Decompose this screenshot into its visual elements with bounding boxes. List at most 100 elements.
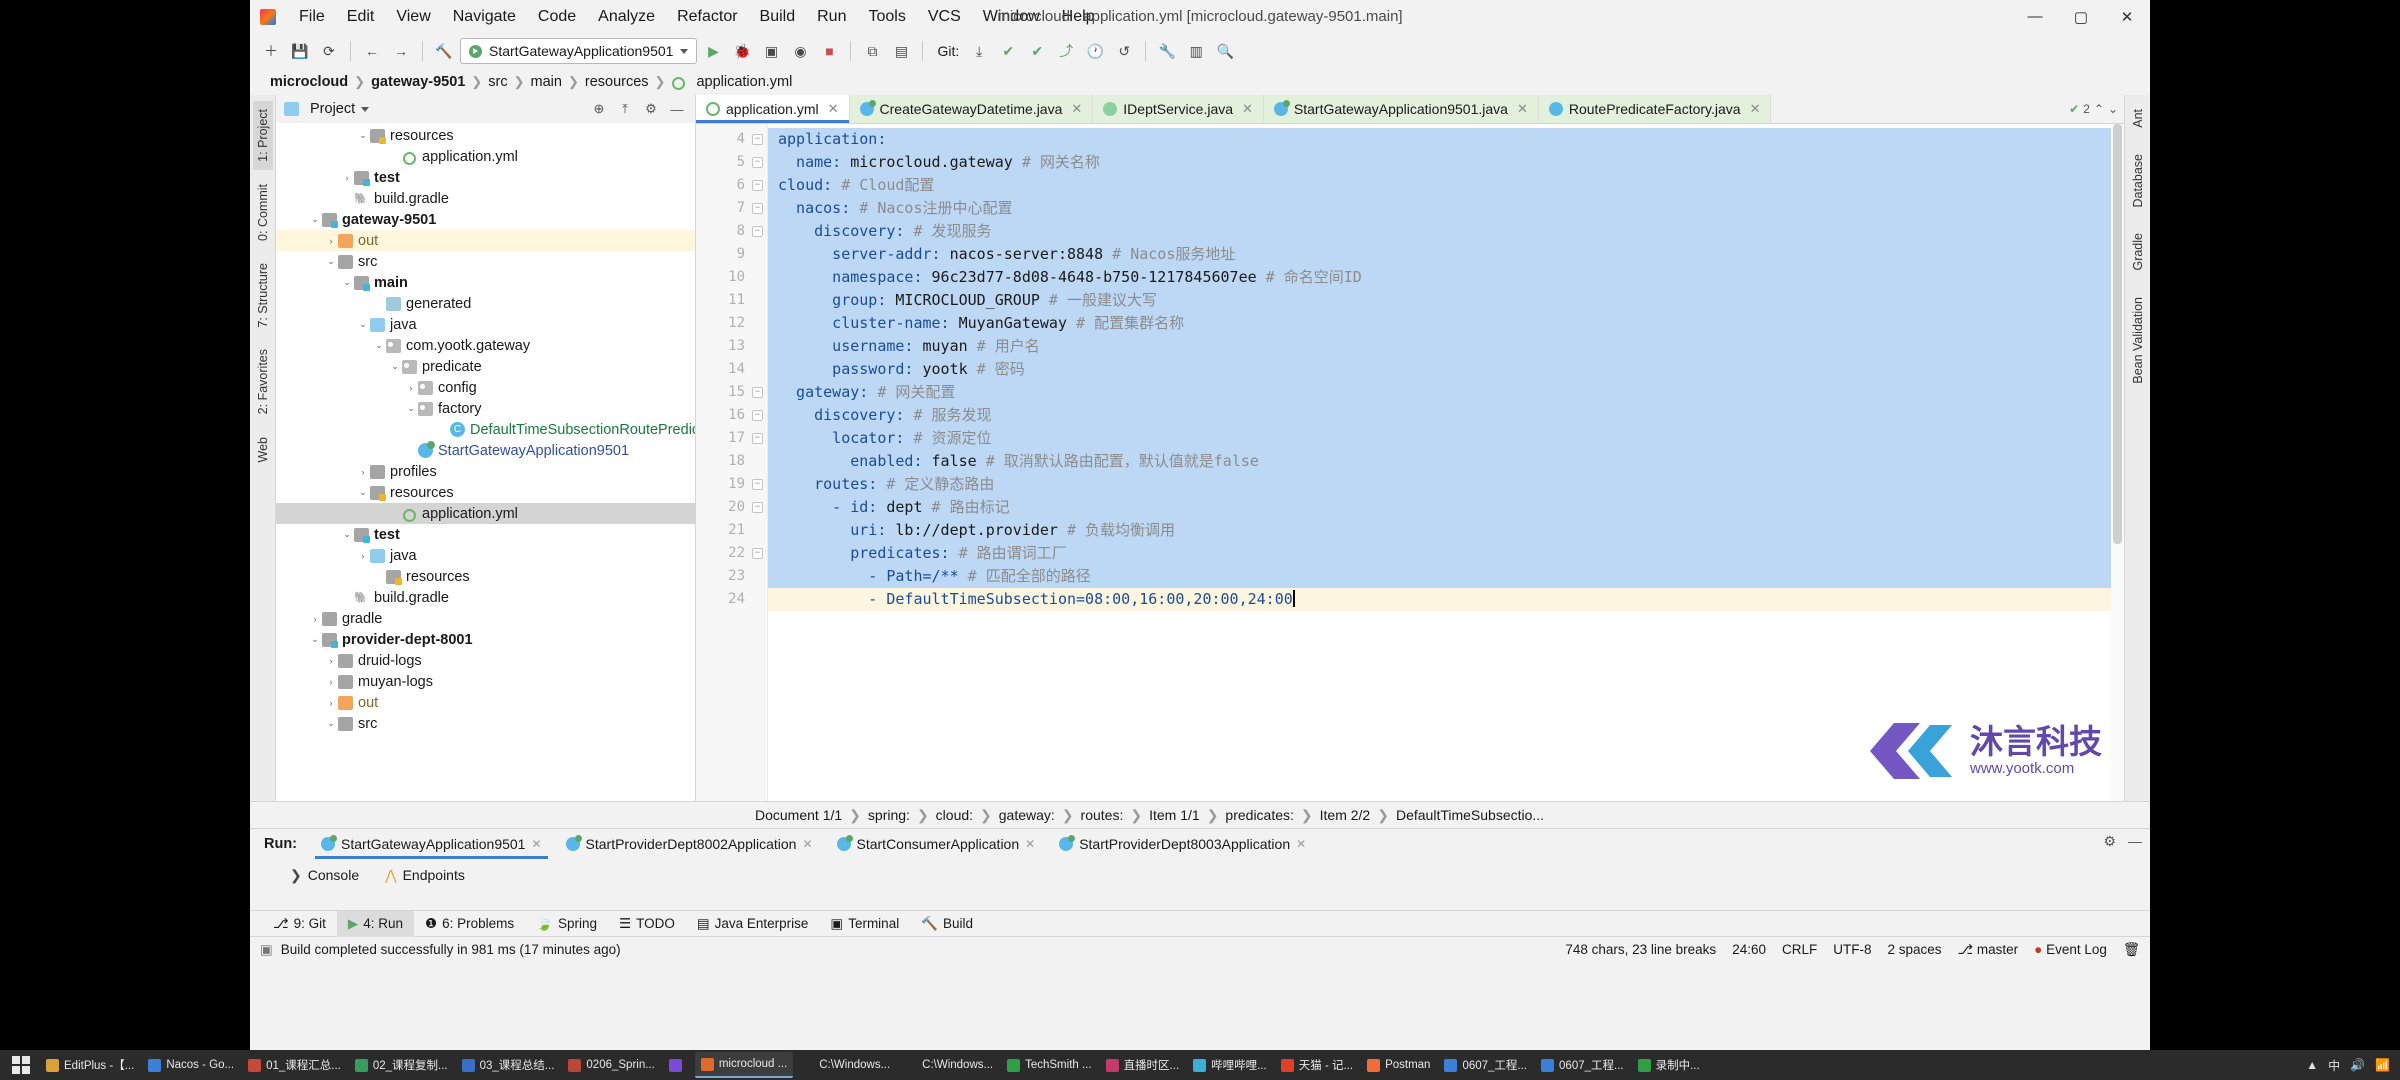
layout-icon[interactable]: ▤ — [888, 38, 914, 64]
wrench-icon[interactable]: 🔧 — [1154, 38, 1180, 64]
minimize-icon[interactable]: — — [2128, 833, 2142, 850]
tool-tab-bean-validation[interactable]: Bean Validation — [2128, 289, 2148, 392]
tree-node-out[interactable]: › out — [276, 230, 695, 251]
menu-item-file[interactable]: File — [288, 4, 336, 30]
taskbar-item[interactable]: 哔哩哔哩... — [1187, 1052, 1273, 1078]
tree-node-predicate[interactable]: ⌄ predicate — [276, 356, 695, 377]
code-fold-icon[interactable]: − — [752, 410, 763, 421]
project-tree[interactable]: ⌄ resources application.yml › test 🐘 build.gra… — [276, 123, 695, 801]
chevron-down-icon[interactable]: ⌄ — [308, 634, 322, 645]
taskbar-item[interactable]: 02_课程复制... — [349, 1052, 454, 1078]
tool-tab-ant[interactable]: Ant — [2128, 101, 2148, 136]
editor-tab-startgatewayapplication9501.java[interactable]: StartGatewayApplication9501.java ✕ — [1263, 95, 1539, 123]
chevron-right-icon[interactable]: › — [356, 551, 370, 561]
minimize-button[interactable]: — — [2012, 0, 2058, 33]
code-line[interactable]: predicates: # 路由谓词工厂 — [768, 542, 2124, 565]
code-fold-icon[interactable]: − — [752, 387, 763, 398]
bottom-tab-6--problems[interactable]: ❶ 6: Problems — [414, 911, 525, 937]
code-fold-icon[interactable]: − — [752, 180, 763, 191]
run-tab-startconsumerapplication[interactable]: StartConsumerApplication ✕ — [825, 829, 1048, 859]
tree-node-provider-dept-8001[interactable]: ⌄ provider-dept-8001 — [276, 629, 695, 650]
tray-icon[interactable]: 🔊 — [2350, 1058, 2365, 1072]
menu-item-analyze[interactable]: Analyze — [587, 4, 666, 30]
tree-node-factory[interactable]: ⌄ factory — [276, 398, 695, 419]
tool-tab-1--project[interactable]: 1: Project — [252, 101, 273, 170]
breadcrumb-item-gateway-9501[interactable]: gateway-9501 — [365, 73, 471, 91]
run-subtab-endpoints[interactable]: ⋀ Endpoints — [385, 867, 465, 884]
editor-tab-ideptservice.java[interactable]: IDeptService.java ✕ — [1093, 95, 1264, 123]
run-icon[interactable]: ▶ — [700, 38, 726, 64]
code-line[interactable]: cluster-name: MuyanGateway # 配置集群名称 — [768, 312, 2124, 335]
tray-icon[interactable]: 📶 — [2375, 1058, 2390, 1072]
code-line[interactable]: group: MICROCLOUD_GROUP # 一般建议大写 — [768, 289, 2124, 312]
taskbar-item[interactable]: EditPlus -【... — [40, 1052, 140, 1078]
doc-breadcrumb-item[interactable]: spring: — [863, 807, 915, 823]
back-arrow-icon[interactable]: ← — [359, 38, 385, 64]
tree-node-build.gradle[interactable]: 🐘 build.gradle — [276, 188, 695, 209]
close-tab-icon[interactable]: ✕ — [1750, 101, 1761, 117]
run-configuration-selector[interactable]: StartGatewayApplication9501 — [460, 38, 698, 64]
tool-tab-web[interactable]: Web — [253, 429, 273, 470]
tree-node-test[interactable]: › test — [276, 167, 695, 188]
code-line[interactable]: enabled: false # 取消默认路由配置，默认值就是false — [768, 450, 2124, 473]
indent-setting[interactable]: 2 spaces — [1888, 942, 1942, 957]
close-tab-icon[interactable]: ✕ — [828, 101, 839, 117]
chevron-right-icon[interactable]: › — [324, 656, 338, 666]
git-branch[interactable]: ⎇ master — [1958, 942, 2019, 958]
tree-node-gradle[interactable]: › gradle — [276, 608, 695, 629]
gear-icon[interactable]: ⚙ — [641, 99, 661, 119]
doc-breadcrumb-item[interactable]: predicates: — [1220, 807, 1298, 823]
bottom-tab-build[interactable]: 🔨 Build — [910, 911, 984, 937]
start-menu-icon[interactable] — [12, 1056, 30, 1074]
doc-breadcrumb-item[interactable]: Document 1/1 — [750, 807, 847, 823]
push-icon[interactable]: ✔ — [1024, 38, 1050, 64]
menu-item-tools[interactable]: Tools — [857, 4, 916, 30]
chevron-down-icon[interactable]: ⌄ — [404, 403, 418, 414]
stop-icon[interactable]: ■ — [816, 38, 842, 64]
chevron-right-icon[interactable]: › — [356, 467, 370, 477]
close-tab-icon[interactable]: ✕ — [531, 837, 541, 851]
bottom-tab-4--run[interactable]: ▶ 4: Run — [336, 910, 414, 937]
run-subtab-console[interactable]: ❯ Console — [290, 867, 359, 884]
run-coverage-icon[interactable]: ▣ — [758, 38, 784, 64]
branch-icon[interactable]: ⤴ — [1053, 38, 1079, 64]
code-line[interactable]: - DefaultTimeSubsection=08:00,16:00,20:0… — [768, 588, 2124, 611]
chevron-down-icon[interactable] — [361, 106, 370, 112]
tool-tab-2--favorites[interactable]: 2: Favorites — [253, 341, 273, 422]
tool-tab-0--commit[interactable]: 0: Commit — [253, 176, 273, 249]
run-tab-startproviderdept8002application[interactable]: StartProviderDept8002Application ✕ — [554, 829, 825, 859]
editor-tab-application.yml[interactable]: application.yml ✕ — [696, 95, 850, 123]
editor-tab-routepredicatefactory.java[interactable]: RoutePredicateFactory.java ✕ — [1538, 95, 1772, 123]
chevron-down-icon[interactable]: ⌄ — [372, 340, 386, 351]
tree-node-startgatewayapplication9501[interactable]: StartGatewayApplication9501 — [276, 440, 695, 461]
tool-tab-7--structure[interactable]: 7: Structure — [253, 255, 273, 336]
hide-panel-icon[interactable]: — — [667, 99, 687, 119]
tree-node-java[interactable]: ⌄ java — [276, 314, 695, 335]
taskbar-item[interactable]: C:\Windows... — [795, 1052, 896, 1078]
bottom-tab-terminal[interactable]: ▣ Terminal — [819, 911, 910, 937]
code-fold-icon[interactable]: − — [752, 433, 763, 444]
locate-file-icon[interactable]: ⊕ — [589, 99, 609, 119]
code-line[interactable]: uri: lb://dept.provider # 负载均衡调用 — [768, 519, 2124, 542]
chevron-right-icon[interactable]: › — [308, 614, 322, 624]
breadcrumb-item-application-yml[interactable]: application.yml — [665, 73, 798, 91]
structure-icon[interactable]: ▥ — [1183, 38, 1209, 64]
close-tab-icon[interactable]: ✕ — [1242, 101, 1253, 117]
rollback-icon[interactable]: ↺ — [1111, 38, 1137, 64]
chevron-right-icon[interactable]: › — [404, 383, 418, 393]
profiler-icon[interactable]: ◉ — [787, 38, 813, 64]
chevron-down-icon[interactable]: ⌄ — [2108, 102, 2118, 116]
tree-node-build.gradle[interactable]: 🐘 build.gradle — [276, 587, 695, 608]
code-line[interactable]: server-addr: nacos-server:8848 # Nacos服务… — [768, 243, 2124, 266]
chevron-down-icon[interactable]: ⌄ — [324, 718, 338, 729]
code-line[interactable]: application: — [768, 128, 2124, 151]
menu-item-view[interactable]: View — [385, 4, 441, 30]
tree-node-out[interactable]: › out — [276, 692, 695, 713]
code-line[interactable]: username: muyan # 用户名 — [768, 335, 2124, 358]
chevron-right-icon[interactable]: › — [324, 236, 338, 246]
bottom-tab-9--git[interactable]: ⎇ 9: Git — [262, 911, 337, 937]
tree-node-defaulttimesubsectionroutepredica[interactable]: C DefaultTimeSubsectionRoutePredica — [276, 419, 695, 440]
doc-breadcrumb-item[interactable]: routes: — [1076, 807, 1129, 823]
doc-breadcrumb-item[interactable]: cloud: — [931, 807, 978, 823]
close-button[interactable]: ✕ — [2104, 0, 2150, 33]
